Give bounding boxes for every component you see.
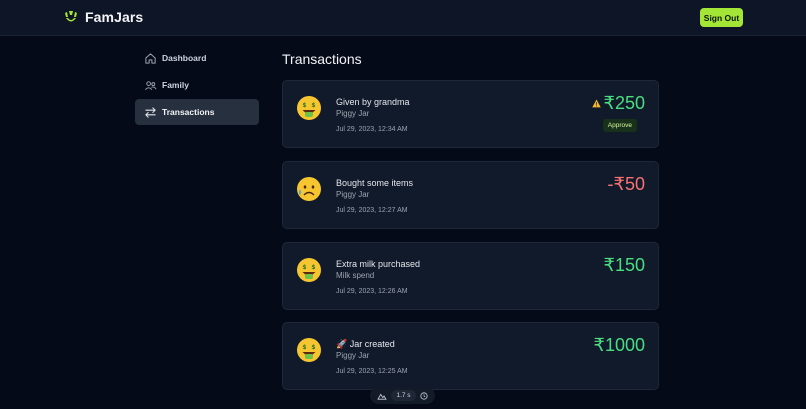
transaction-amount: ₹1000 [593,335,646,355]
brand-name: FamJars [85,9,144,25]
svg-text:$: $ [302,102,306,109]
users-icon [144,79,157,92]
transaction-date: Jul 29, 2023, 12:26 AM [336,288,408,295]
sidebar-item-transactions[interactable]: Transactions [135,99,259,125]
sidebar: Dashboard Family Transactions [135,45,259,126]
transaction-jar: Piggy Jar [336,351,370,360]
home-icon [144,52,157,65]
transaction-title: 🚀 Jar created [336,339,395,349]
svg-text:$: $ [311,344,315,351]
transaction-amount: ₹250 [591,93,645,114]
brand-logo[interactable]: FamJars [63,9,143,25]
svg-text:$: $ [311,264,315,271]
transaction-jar: Piggy Jar [336,190,370,199]
approve-button[interactable]: Approve [602,119,637,132]
transaction-title: Bought some items [336,178,414,188]
transaction-title: Given by grandma [336,97,410,107]
money-mouth-face-icon: $ $ [297,96,321,120]
sidebar-item-label: Dashboard [162,53,207,63]
transaction-date: Jul 29, 2023, 12:34 AM [336,126,408,133]
clock-icon[interactable] [420,391,428,400]
zoom-level[interactable]: 1.7 s [391,390,416,401]
page-title: Transactions [282,51,362,67]
transaction-date: Jul 29, 2023, 12:27 AM [336,207,408,214]
transaction-card[interactable]: $ $ 🚀 Jar created Piggy Jar Jul 29, 2023… [282,322,659,390]
money-mouth-face-icon: $ $ [297,258,321,282]
svg-text:$: $ [311,102,315,109]
devtools-toolbar: 1.7 s [370,387,435,404]
sidebar-item-label: Transactions [162,107,215,117]
mountain-icon[interactable] [377,392,387,400]
sign-out-button[interactable]: Sign Out [700,8,743,27]
transaction-card[interactable]: Bought some items Piggy Jar Jul 29, 2023… [282,161,659,229]
svg-text:$: $ [302,344,306,351]
jar-logo-icon [65,11,77,22]
svg-text:$: $ [302,264,306,271]
sidebar-item-dashboard[interactable]: Dashboard [135,45,259,71]
transaction-title: Extra milk purchased [336,259,421,269]
top-bar: FamJars Sign Out [0,0,806,36]
warning-icon [591,99,601,108]
sad-face-with-sweat-icon [297,177,321,201]
amount-value: ₹250 [603,93,645,113]
money-mouth-face-icon: $ $ [297,338,321,362]
transaction-amount: ₹150 [603,255,645,275]
transaction-jar: Piggy Jar [336,109,370,118]
sidebar-item-family[interactable]: Family [135,72,259,98]
transaction-amount: -₹50 [607,174,645,194]
transaction-jar: Milk spend [336,271,375,280]
transaction-date: Jul 29, 2023, 12:25 AM [336,368,408,375]
transaction-card[interactable]: $ $ Extra milk purchased Milk spend Jul … [282,242,659,310]
transaction-card[interactable]: $ $ Given by grandma Piggy Jar Jul 29, 2… [282,80,659,148]
arrows-exchange-icon [144,106,157,119]
sidebar-item-label: Family [162,80,189,90]
